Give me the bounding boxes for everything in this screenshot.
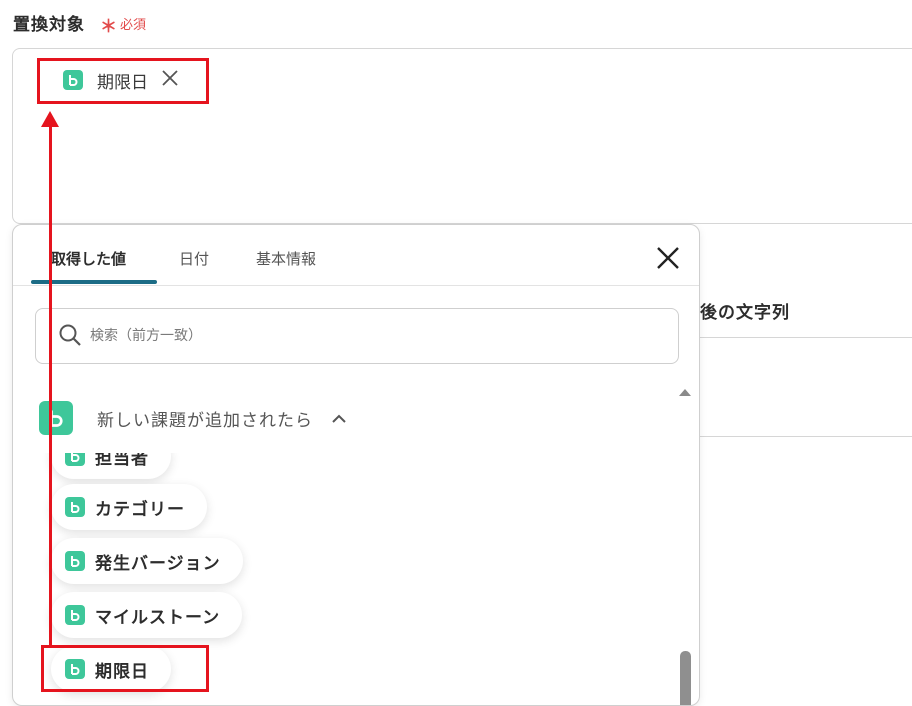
list-item-assignee[interactable]: 担当者 bbox=[51, 453, 171, 479]
required-mark: ＊ bbox=[100, 17, 117, 37]
list-item-milestone[interactable]: マイルストーン bbox=[51, 592, 243, 638]
value-picker-popup: 取得した値 日付 基本情報 新しい課題が追加されたら 担当者 カテゴリー bbox=[12, 224, 700, 706]
annotation-arrow-head-icon bbox=[41, 111, 59, 127]
backlog-icon bbox=[65, 453, 85, 466]
scroll-up-icon[interactable] bbox=[679, 389, 691, 396]
list-item-label: 発生バージョン bbox=[95, 553, 221, 574]
list-item-category[interactable]: カテゴリー bbox=[51, 484, 207, 530]
required-label: 必須 bbox=[120, 18, 147, 33]
annotation-arrow-line bbox=[49, 122, 52, 646]
backlog-icon bbox=[65, 551, 85, 571]
scrollbar-thumb[interactable] bbox=[680, 651, 691, 705]
backlog-icon bbox=[65, 605, 85, 625]
highlight-box-due-date-item bbox=[41, 645, 209, 692]
search-box bbox=[35, 308, 679, 364]
chevron-up-icon[interactable] bbox=[331, 409, 347, 428]
backlog-icon bbox=[39, 401, 73, 435]
highlight-box-selected-chip bbox=[37, 58, 209, 104]
list-item-label: マイルストーン bbox=[95, 607, 221, 628]
tab-date[interactable]: 日付 bbox=[179, 248, 209, 269]
tab-bar: 取得した値 日付 基本情報 bbox=[13, 225, 699, 286]
trigger-group-header[interactable]: 新しい課題が追加されたら bbox=[39, 401, 347, 435]
search-input[interactable] bbox=[88, 324, 652, 348]
list-item-label: カテゴリー bbox=[95, 499, 185, 520]
tab-acquired-values[interactable]: 取得した値 bbox=[51, 248, 126, 269]
backlog-icon bbox=[65, 497, 85, 517]
field-label: 置換対象 bbox=[13, 15, 85, 35]
group-title: 新しい課題が追加されたら bbox=[97, 410, 313, 431]
list-item-version[interactable]: 発生バージョン bbox=[51, 538, 243, 584]
list-item-label: 担当者 bbox=[95, 453, 149, 469]
search-icon bbox=[58, 323, 82, 351]
tab-basic-info[interactable]: 基本情報 bbox=[256, 248, 316, 269]
close-icon[interactable] bbox=[655, 245, 681, 271]
